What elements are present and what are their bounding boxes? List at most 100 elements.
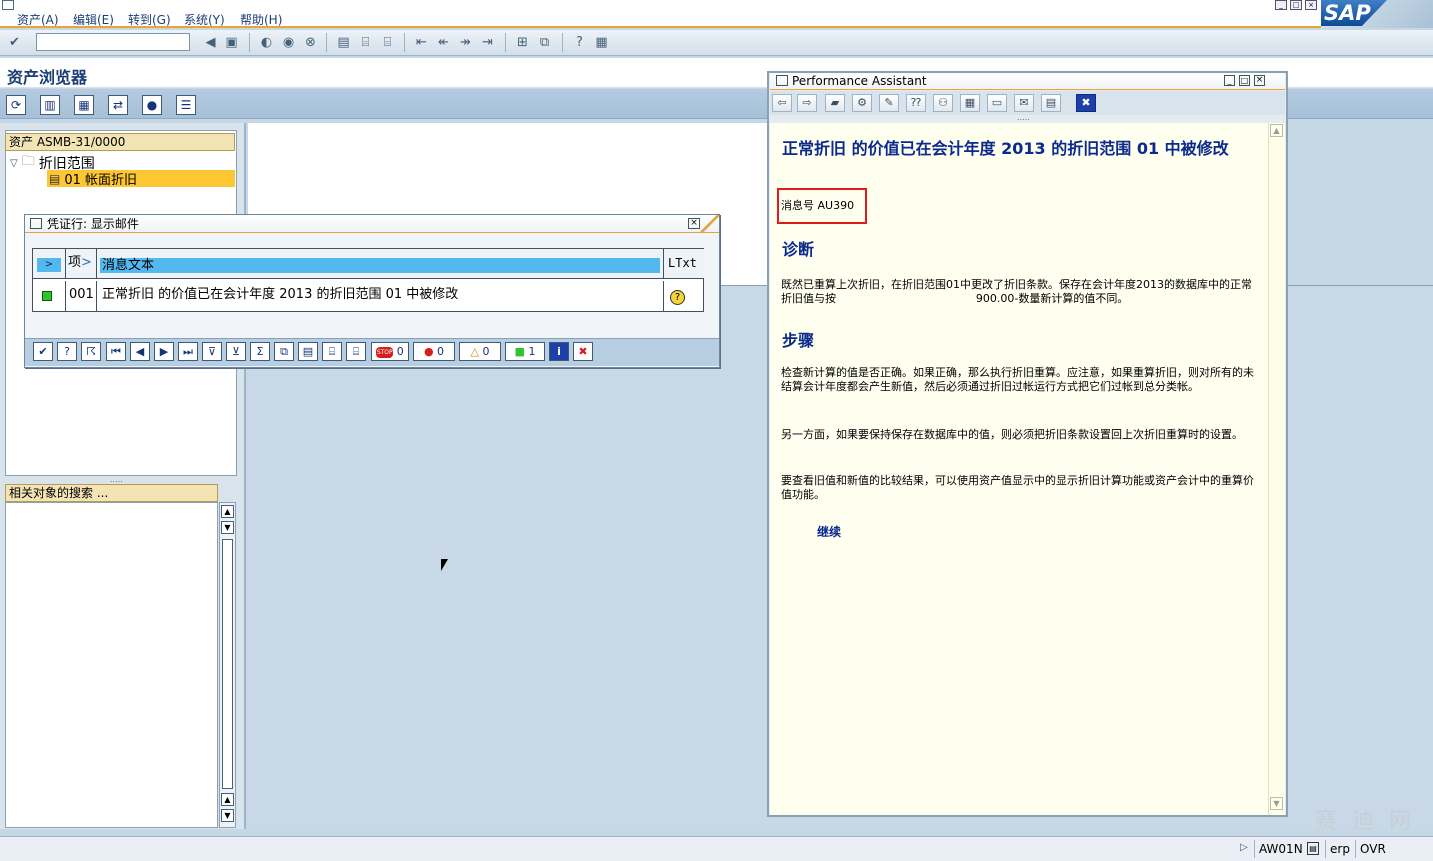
long-text-icon[interactable]: ? — [670, 290, 685, 305]
back-arrow-icon[interactable]: ⇦ — [772, 94, 792, 112]
menu-system[interactable]: 系统(Y) — [184, 11, 225, 28]
refresh-icon[interactable]: ⟳ — [6, 95, 26, 115]
filter-icon[interactable]: ⊽ — [202, 342, 222, 361]
save-icon[interactable]: ▣ — [223, 34, 240, 51]
warning-filter-button[interactable]: △ 0 — [459, 342, 501, 361]
last-page-icon[interactable]: ⏭ — [178, 342, 198, 361]
expand-triangle-icon[interactable]: ▽ — [10, 158, 18, 169]
details-icon[interactable]: ⧉ — [274, 342, 294, 361]
session-info-icon[interactable]: ▤ — [1307, 842, 1319, 855]
dialog-close-icon[interactable]: × — [688, 218, 700, 229]
next-page-icon[interactable]: ▶ — [154, 342, 174, 361]
find-next-icon[interactable]: ⌸ — [346, 342, 366, 361]
menu-help[interactable]: 帮助(H) — [240, 11, 282, 28]
previous-page-icon[interactable]: ◀ — [130, 342, 150, 361]
glossary-icon[interactable]: ⁇ — [906, 94, 926, 112]
book-icon[interactable]: ▰ — [825, 94, 845, 112]
row-text-cell: 正常折旧 的价值已在会计年度 2013 的折旧范围 01 中被修改 — [97, 281, 664, 311]
table-of-contents-icon[interactable]: ▦ — [960, 94, 980, 112]
menu-edit[interactable]: 编辑(E) — [73, 11, 114, 28]
close-icon[interactable]: ✖ — [1076, 94, 1096, 112]
status-expand-icon[interactable]: ▷ — [1240, 842, 1248, 853]
confirm-icon[interactable]: ✔ — [33, 342, 53, 361]
technical-info-icon[interactable]: ⚙ — [852, 94, 872, 112]
back-arrow-icon[interactable]: ◀ — [202, 34, 219, 51]
command-field[interactable] — [36, 33, 190, 51]
find-next-icon[interactable]: ⌸ — [379, 34, 396, 51]
info-icon[interactable]: i — [549, 342, 569, 361]
toolbar-separator — [562, 33, 563, 52]
performance-assistant-title: Performance Assistant — [770, 73, 1285, 90]
scroll-down-icon[interactable]: ▼ — [221, 521, 234, 534]
splitter-handle[interactable]: ..... — [1017, 113, 1030, 122]
select-all-column[interactable]: > — [33, 249, 66, 279]
notes-icon[interactable]: ✉ — [1014, 94, 1034, 112]
compare-icon[interactable]: ⇄ — [108, 95, 128, 115]
last-page-icon[interactable]: ⇥ — [479, 34, 496, 51]
minimize-icon[interactable]: _ — [1275, 0, 1287, 10]
previous-page-icon[interactable]: ↞ — [435, 34, 452, 51]
forward-arrow-icon[interactable]: ⇨ — [797, 94, 817, 112]
find-icon[interactable]: ⌸ — [357, 34, 374, 51]
select-icon[interactable]: ● — [142, 95, 162, 115]
minimize-icon[interactable]: _ — [1224, 75, 1235, 86]
maximize-icon[interactable]: □ — [1239, 75, 1250, 86]
subtotal-icon[interactable]: Σ — [250, 342, 270, 361]
column-header-ltxt[interactable]: LTxt — [664, 249, 704, 279]
menu-asset[interactable]: 资产(A) — [17, 11, 59, 28]
enter-icon[interactable]: ✔ — [6, 34, 23, 51]
cancel-icon[interactable]: ✖ — [573, 342, 593, 361]
vertical-scrollbar[interactable]: ▲ ▼ ▲ ▼ — [219, 502, 236, 828]
back-icon[interactable]: ◐ — [258, 34, 275, 51]
layout-menu-icon[interactable]: ▦ — [593, 34, 610, 51]
close-icon[interactable]: × — [1305, 0, 1317, 10]
settings-icon[interactable]: ▭ — [987, 94, 1007, 112]
insert-mode[interactable]: OVR — [1355, 840, 1390, 858]
tree-node-book-depreciation[interactable]: ▤ 01 帐面折旧 — [47, 170, 235, 188]
select-all-icon[interactable]: > — [37, 258, 61, 272]
continue-link[interactable]: 继续 — [817, 523, 841, 540]
column-header-text[interactable]: 消息文本 — [97, 249, 664, 279]
exit-icon[interactable]: ◉ — [280, 34, 297, 51]
splitter-handle[interactable]: ..... — [110, 475, 123, 484]
next-page-icon[interactable]: ↠ — [457, 34, 474, 51]
procedure-heading: 步骤 — [782, 331, 815, 350]
stop-filter-button[interactable]: STOP 0 — [371, 342, 409, 361]
first-page-icon[interactable]: ⇤ — [413, 34, 430, 51]
sort-icon[interactable]: ⊻ — [226, 342, 246, 361]
dialog-menu-icon[interactable] — [30, 218, 42, 229]
shortcut-icon[interactable]: ⧉ — [536, 34, 553, 51]
assistant-window-controls: _ □ × — [1224, 75, 1265, 86]
assistant-menu-icon[interactable] — [776, 75, 788, 86]
success-filter-button[interactable]: ■ 1 — [505, 342, 545, 361]
first-page-icon[interactable]: ⏮ — [106, 342, 126, 361]
new-session-icon[interactable]: ⊞ — [514, 34, 531, 51]
print-icon[interactable]: ▤ — [298, 342, 318, 361]
menu-goto[interactable]: 转到(G) — [128, 11, 171, 28]
scroll-thumb[interactable] — [222, 539, 233, 789]
maximize-icon[interactable]: □ — [1290, 0, 1302, 10]
edit-icon[interactable]: ✎ — [879, 94, 899, 112]
scroll-up-icon[interactable]: ▲ — [221, 793, 234, 806]
cancel-icon[interactable]: ⊗ — [302, 34, 319, 51]
search-person-icon[interactable]: ⚇ — [933, 94, 953, 112]
scroll-down-icon[interactable]: ▼ — [1270, 797, 1283, 810]
assistant-scrollbar[interactable]: ▲ ▼ — [1268, 123, 1285, 815]
print-icon[interactable]: ▤ — [1041, 94, 1061, 112]
find-icon[interactable]: ⌸ — [322, 342, 342, 361]
technical-info-icon[interactable]: ☈ — [81, 342, 101, 361]
scroll-up-icon[interactable]: ▲ — [1270, 124, 1283, 137]
columns-icon[interactable]: ▥ — [40, 95, 60, 115]
print-icon[interactable]: ▤ — [335, 34, 352, 51]
values-icon[interactable]: ▦ — [74, 95, 94, 115]
help-icon[interactable]: ? — [571, 34, 588, 51]
column-header-item[interactable]: 项> — [66, 249, 97, 279]
scroll-up-icon[interactable]: ▲ — [221, 505, 234, 518]
error-filter-button[interactable]: ● 0 — [413, 342, 455, 361]
help-icon[interactable]: ? — [57, 342, 77, 361]
close-icon[interactable]: × — [1254, 75, 1265, 86]
scroll-down-icon[interactable]: ▼ — [221, 809, 234, 822]
system-menu-icon[interactable] — [2, 0, 14, 10]
warning-light-icon: △ — [470, 345, 479, 358]
list-icon[interactable]: ☰ — [176, 95, 196, 115]
